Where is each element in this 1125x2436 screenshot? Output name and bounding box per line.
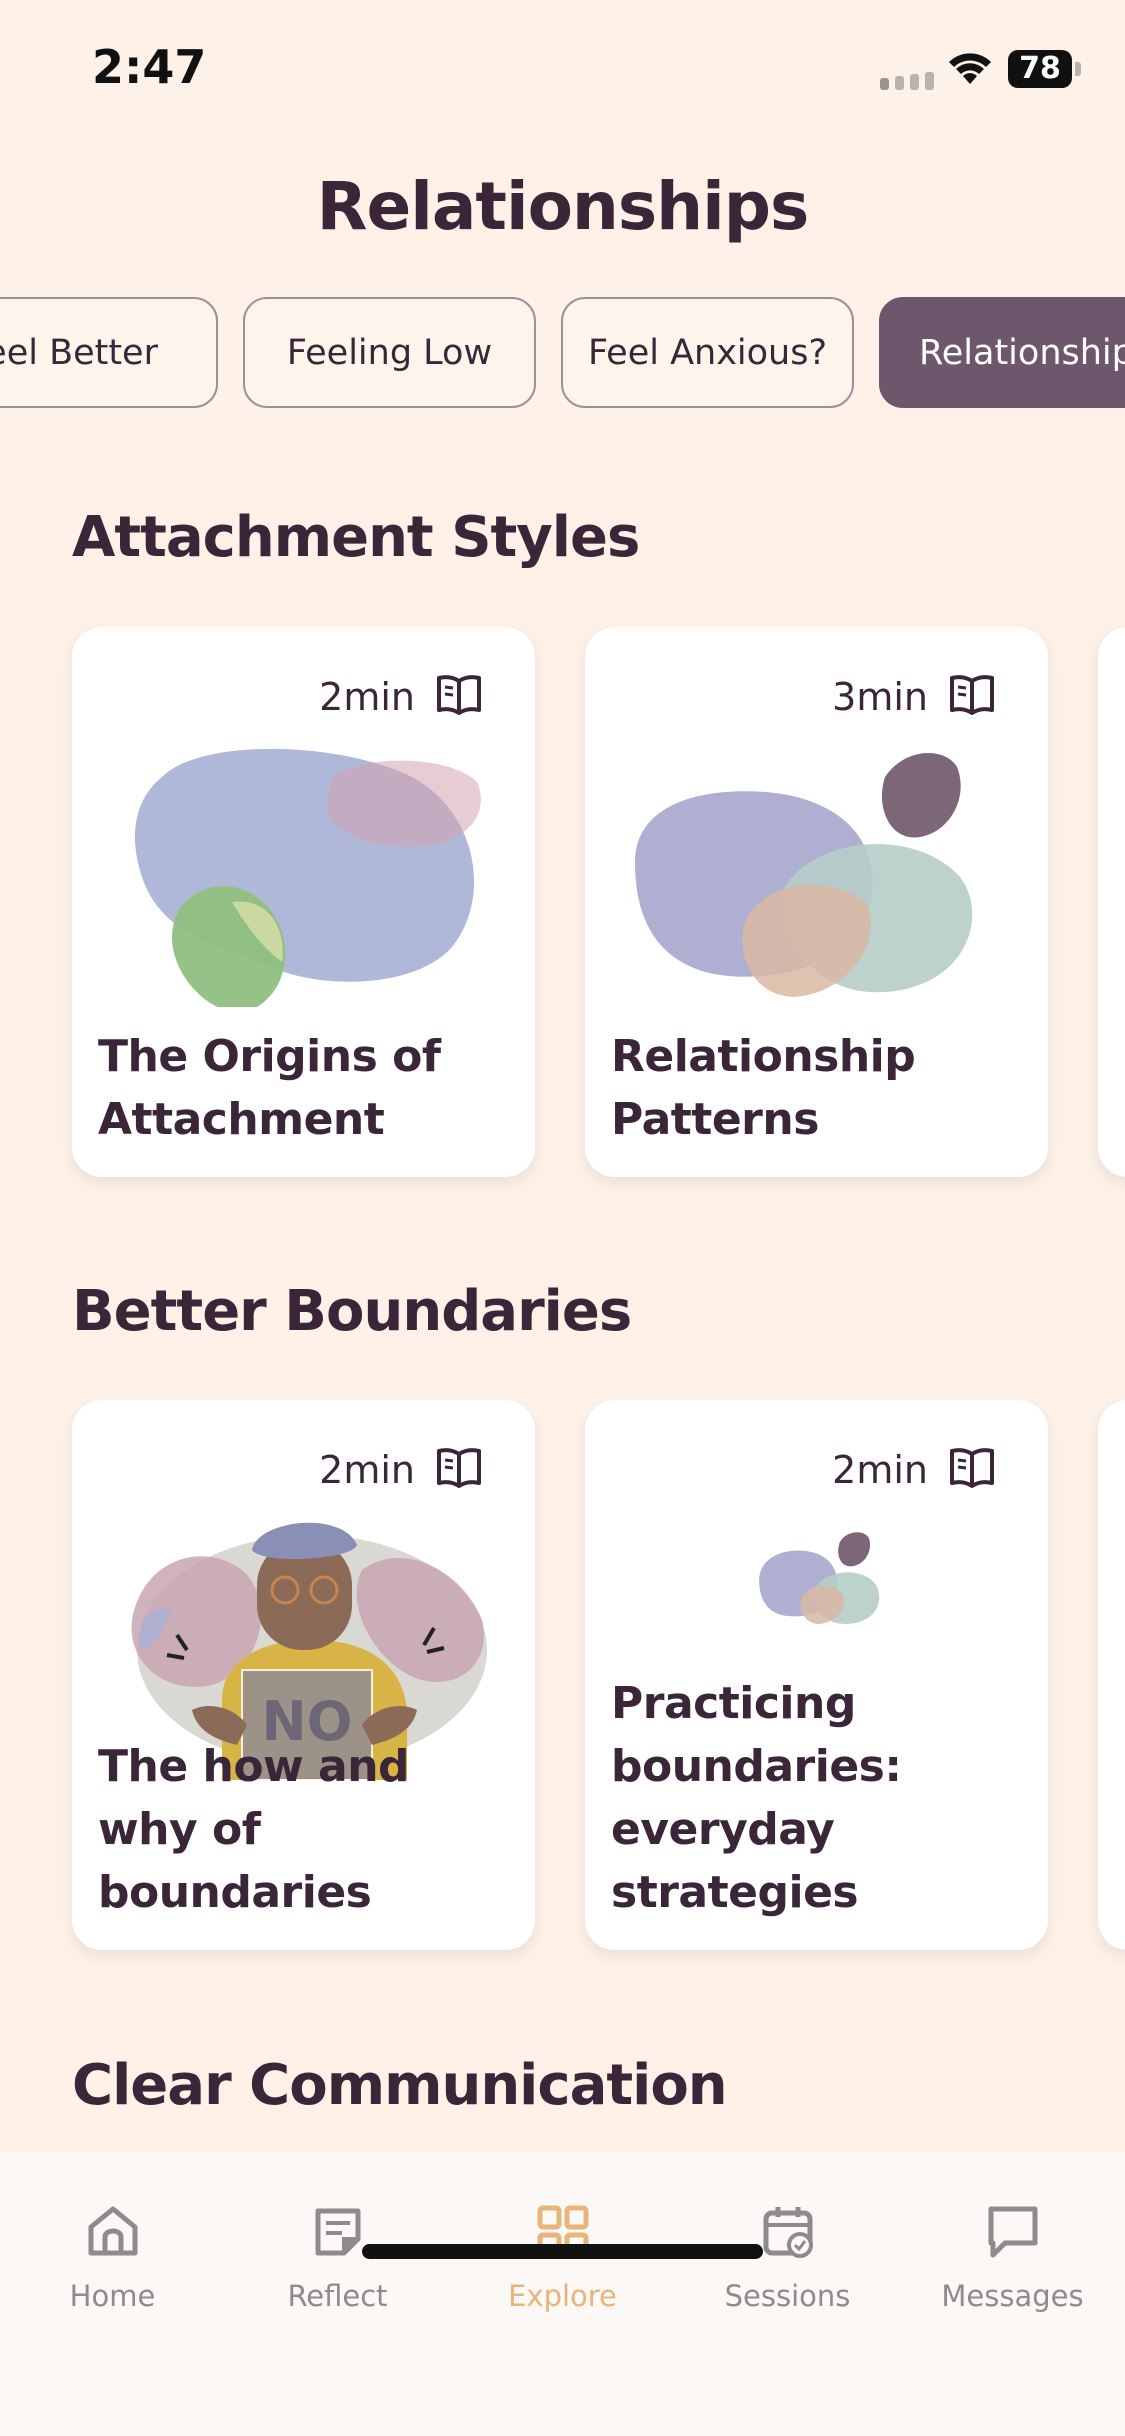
content-card-partial[interactable] xyxy=(1098,627,1125,1177)
home-indicator[interactable] xyxy=(362,2244,763,2259)
book-open-icon xyxy=(437,1448,481,1488)
status-time: 2:47 xyxy=(92,40,207,94)
chip-feel-anxious[interactable]: Feel Anxious? xyxy=(561,297,854,408)
note-icon xyxy=(315,2208,360,2256)
filter-chips: Feel Better Feeling Low Feel Anxious? Re… xyxy=(0,297,1125,412)
card-duration: 3min xyxy=(832,675,928,719)
section-title-attachment-styles: Attachment Styles xyxy=(72,505,640,570)
wifi-icon xyxy=(949,53,991,84)
tab-label: Explore xyxy=(508,2279,617,2313)
cellular-signal-icon xyxy=(880,72,934,90)
content-card[interactable]: 3min Relationship Patterns xyxy=(585,627,1048,1177)
card-duration: 2min xyxy=(832,1448,928,1492)
bottom-tab-bar: Home Reflect Explore Sessions Messages xyxy=(0,2151,1125,2436)
content-card[interactable]: 2min Practicing boundaries: everyday str… xyxy=(585,1400,1048,1950)
calendar-check-icon xyxy=(763,2207,813,2258)
tab-label: Messages xyxy=(941,2279,1084,2313)
book-open-icon xyxy=(437,675,481,715)
card-title: The Origins of Attachment xyxy=(98,1031,441,1145)
book-open-icon xyxy=(950,675,994,715)
tab-label: Reflect xyxy=(287,2279,388,2313)
book-open-icon xyxy=(950,1448,994,1488)
status-bar: 2:47 78 xyxy=(0,0,1125,140)
battery-tip xyxy=(1075,62,1081,76)
abstract-blob-illustration xyxy=(635,753,973,997)
section-title-better-boundaries: Better Boundaries xyxy=(72,1279,632,1344)
card-row-attachment-styles: 2min The Origins of Attachment 3min Rela… xyxy=(0,627,1125,1197)
chip-feel-better[interactable]: Feel Better xyxy=(0,297,218,408)
tab-home[interactable]: Home xyxy=(0,2201,225,2313)
card-duration: 2min xyxy=(319,1448,415,1492)
tab-label: Home xyxy=(69,2279,156,2313)
section-title-clear-communication: Clear Communication xyxy=(72,2053,728,2118)
card-title: Practicing boundaries: everyday strategi… xyxy=(611,1678,902,1918)
chip-feeling-low[interactable]: Feeling Low xyxy=(243,297,536,408)
home-icon xyxy=(88,2206,137,2256)
tab-label: Sessions xyxy=(724,2279,851,2313)
chat-bubble-icon xyxy=(988,2206,1037,2258)
card-title: The how and why of boundaries xyxy=(98,1741,410,1918)
chip-relationships[interactable]: Relationships xyxy=(879,297,1125,408)
abstract-blob-illustration xyxy=(134,748,481,1007)
card-title: Relationship Patterns xyxy=(611,1031,916,1145)
content-card-partial[interactable] xyxy=(1098,1400,1125,1950)
card-row-better-boundaries: 2min NO The how and why of boundaries 2m… xyxy=(0,1400,1125,1970)
page-title: Relationships xyxy=(316,168,810,245)
content-card[interactable]: 2min NO The how and why of boundaries xyxy=(72,1400,535,1950)
tab-messages[interactable]: Messages xyxy=(900,2201,1125,2313)
card-duration: 2min xyxy=(319,675,415,719)
battery-icon: 78 xyxy=(1008,50,1072,88)
content-card[interactable]: 2min The Origins of Attachment xyxy=(72,627,535,1177)
